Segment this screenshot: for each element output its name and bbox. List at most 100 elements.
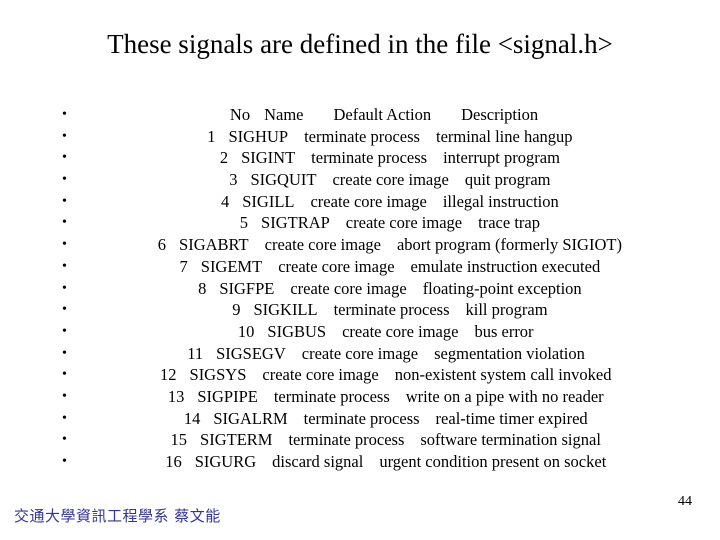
table-header-row: • No Name Default Action Description [40, 104, 688, 126]
cell-signal-name: SIGABRT [179, 235, 249, 255]
table-row: • 12 SIGSYS create core image non-existent s… [40, 364, 688, 386]
bullet-icon: • [62, 432, 67, 448]
row-text: 3 SIGQUIT create core image quit program [217, 169, 550, 191]
row-text: 7 SIGEMT create core image emulate instruct… [168, 256, 601, 278]
row-text: 14 SIGALRM terminate process real-time time… [180, 408, 588, 430]
cell-signal-name: SIGINT [241, 148, 296, 168]
table-row: • 6 SIGABRT create core image abort program … [40, 234, 688, 256]
cell-signal-name: SIGFPE [219, 278, 275, 298]
row-text: 4 SIGILL create core image illegal instruct… [209, 191, 559, 213]
row-text: 12 SIGSYS create core image non-existent sy… [157, 364, 612, 386]
cell-signal-number: 13 [167, 386, 185, 406]
cell-description: abort program (formerly SIGIOT) [396, 235, 622, 255]
cell-description: terminal line hangup [435, 126, 573, 146]
cell-signal-number: 11 [187, 343, 204, 363]
footer-credit: 交通大學資訊工程學系 蔡文能 [14, 507, 221, 525]
table-row: • 11 SIGSEGV create core image segmentation … [40, 343, 688, 365]
table-row: • 15 SIGTERM terminate process software term… [40, 429, 688, 451]
table-row: • 8 SIGFPE create core image floating-point … [40, 278, 688, 300]
cell-signal-name: SIGSYS [189, 365, 247, 385]
cell-signal-number: 2 [219, 148, 229, 168]
table-row: • 5 SIGTRAP create core image trace trap [40, 212, 688, 234]
cell-description: emulate instruction executed [410, 256, 601, 276]
bullet-icon: • [62, 258, 67, 274]
cell-description: trace trap [478, 213, 540, 233]
table-row: • 7 SIGEMT create core image emulate instruc… [40, 256, 688, 278]
row-text: 15 SIGTERM terminate process software termi… [167, 429, 601, 451]
bullet-icon: • [62, 280, 67, 296]
cell-signal-name: SIGHUP [228, 126, 289, 146]
row-text: 5 SIGTRAP create core image trace trap [228, 212, 540, 234]
cell-signal-number: 10 [237, 321, 255, 341]
cell-default-action: create core image [290, 278, 407, 298]
cell-signal-number: 8 [198, 278, 207, 298]
cell-description: floating-point exception [422, 278, 582, 298]
presentation-slide: These signals are defined in the file <s… [0, 0, 720, 540]
cell-default-action: create core image [332, 170, 449, 190]
cell-signal-number: 14 [183, 408, 201, 428]
cell-signal-name: SIGILL [242, 191, 295, 211]
row-text: 13 SIGPIPE terminate process write on a pip… [164, 386, 604, 408]
cell-signal-number: 6 [157, 235, 167, 255]
bullet-icon: • [62, 345, 67, 361]
signal-table-list: • No Name Default Action Description • 1 SIGHUP… [40, 104, 688, 473]
cell-signal-number: 7 [179, 256, 188, 276]
table-row: • 4 SIGILL create core image illegal instruc… [40, 191, 688, 213]
cell-signal-name: SIGURG [194, 452, 257, 471]
bullet-icon: • [62, 193, 67, 209]
bullet-icon: • [62, 215, 67, 231]
bullet-icon: • [62, 302, 67, 318]
bullet-icon: • [62, 128, 67, 144]
cell-default-action: terminate process [303, 408, 420, 428]
cell-description: quit program [464, 170, 551, 190]
cell-signal-name: SIGKILL [253, 300, 318, 320]
cell-default-action: discard signal [272, 452, 364, 471]
cell-default-action: create core image [278, 256, 395, 276]
page-number: 44 [678, 494, 692, 509]
cell-default-action: create core image [262, 365, 379, 385]
bullet-icon: • [62, 388, 67, 404]
cell-signal-number: 9 [232, 300, 241, 320]
row-text: 6 SIGABRT create core image abort program (… [146, 234, 622, 256]
cell-description: illegal instruction [442, 191, 559, 211]
bullet-icon: • [62, 454, 67, 469]
cell-default-action: create core image [342, 321, 459, 341]
table-row: • 14 SIGALRM terminate process real-time tim… [40, 408, 688, 430]
cell-description: non-existent system call invoked [394, 365, 612, 385]
header-cell-desc: Description [461, 105, 539, 124]
row-text: 8 SIGFPE create core image floating-point e… [186, 278, 582, 300]
cell-signal-number: 16 [165, 452, 182, 471]
bullet-icon: • [62, 237, 67, 253]
bullet-icon: • [62, 107, 67, 122]
row-text: 10 SIGBUS create core image bus error [234, 321, 534, 343]
table-row: • 3 SIGQUIT create core image quit program [40, 169, 688, 191]
header-cell-name: Name [264, 105, 304, 124]
table-row: • 2 SIGINT terminate process interrupt progr… [40, 147, 688, 169]
cell-signal-name: SIGBUS [267, 321, 327, 341]
cell-signal-number: 1 [207, 126, 216, 146]
cell-signal-number: 4 [220, 191, 230, 211]
row-text: 9 SIGKILL terminate process kill program [220, 299, 547, 321]
cell-default-action: terminate process [333, 300, 450, 320]
cell-default-action: terminate process [273, 386, 390, 406]
cell-default-action: terminate process [311, 148, 428, 168]
row-text: No Name Default Action Description [230, 104, 538, 126]
cell-description: real-time timer expired [435, 408, 588, 428]
cell-description: segmentation violation [434, 343, 585, 363]
table-row: • 13 SIGPIPE terminate process write on a pi… [40, 386, 688, 408]
cell-default-action: create core image [310, 191, 427, 211]
cell-signal-number: 12 [160, 365, 177, 385]
page-title: These signals are defined in the file <s… [107, 29, 613, 59]
cell-description: bus error [474, 321, 534, 341]
row-text: 11 SIGSEGV create core image segmentation v… [183, 343, 585, 365]
cell-signal-number: 15 [170, 430, 188, 450]
table-row: • 1 SIGHUP terminate process terminal line h… [40, 126, 688, 148]
cell-default-action: terminate process [288, 430, 405, 450]
cell-description: write on a pipe with no reader [405, 386, 604, 406]
header-cell-action: Default Action [333, 105, 432, 124]
cell-signal-name: SIGSEGV [216, 343, 286, 363]
cell-default-action: create core image [264, 235, 381, 255]
cell-signal-number: 5 [239, 213, 249, 233]
row-text: 1 SIGHUP terminate process terminal line ha… [195, 126, 572, 148]
bullet-icon: • [62, 367, 67, 383]
